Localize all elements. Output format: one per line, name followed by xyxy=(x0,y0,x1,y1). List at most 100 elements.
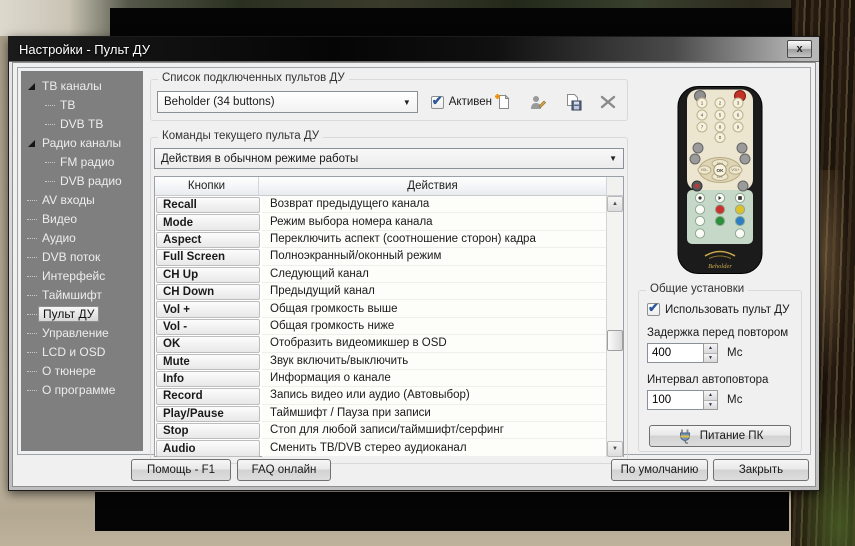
sidebar-item[interactable]: ТВ xyxy=(21,96,143,115)
table-row[interactable]: AudioСменить ТВ/DVB стерео аудиоканал xyxy=(155,439,606,456)
action-cell[interactable]: Режим выбора номера канала xyxy=(262,213,606,230)
table-row[interactable]: InfoИнформация о канале xyxy=(155,370,606,387)
table-row[interactable]: ModeРежим выбора номера канала xyxy=(155,213,606,230)
sidebar-item[interactable]: ТВ каналы xyxy=(21,77,143,96)
action-cell[interactable]: Полноэкранный/оконный режим xyxy=(262,248,606,265)
button-cell[interactable]: Aspect xyxy=(156,232,260,248)
chevron-down-icon[interactable]: ▼ xyxy=(603,154,617,163)
button-cell[interactable]: Audio xyxy=(156,440,260,456)
spin-up-icon[interactable]: ▲ xyxy=(704,391,717,401)
spin-down-icon[interactable]: ▼ xyxy=(704,401,717,410)
spin-down-icon[interactable]: ▼ xyxy=(704,354,717,363)
action-cell[interactable]: Отобразить видеомикшер в OSD xyxy=(262,335,606,352)
pc-power-button[interactable]: Питание ПК xyxy=(649,425,791,447)
button-cell[interactable]: Play/Pause xyxy=(156,406,260,422)
action-cell[interactable]: Таймшифт / Пауза при записи xyxy=(262,405,606,422)
table-row[interactable]: StopСтоп для любой записи/таймшифт/серфи… xyxy=(155,422,606,439)
table-row[interactable]: OKОтобразить видеомикшер в OSD xyxy=(155,335,606,352)
save-remote-icon[interactable] xyxy=(562,91,584,113)
scroll-up-icon[interactable]: ▲ xyxy=(607,196,623,212)
use-remote-checkbox-row[interactable]: ✔ Использовать пульт ДУ xyxy=(647,303,793,316)
sidebar-item-label: DVB поток xyxy=(42,250,100,264)
table-scrollbar[interactable]: ▲ ▼ xyxy=(606,196,623,457)
buttons-column-header[interactable]: Кнопки xyxy=(155,177,259,196)
table-row[interactable]: Vol -Общая громкость ниже xyxy=(155,318,606,335)
commands-group-title: Команды текущего пульта ДУ xyxy=(158,130,323,142)
action-cell[interactable]: Запись видео или аудио (Автовыбор) xyxy=(262,387,606,404)
action-cell[interactable]: Предыдущий канал xyxy=(262,283,606,300)
action-cell[interactable]: Общая громкость ниже xyxy=(262,318,606,335)
button-cell[interactable]: Mode xyxy=(156,214,260,230)
action-cell[interactable]: Возврат предыдущего канала xyxy=(262,196,606,213)
sidebar-item[interactable]: FM радио xyxy=(21,153,143,172)
edit-remote-icon[interactable] xyxy=(527,91,549,113)
button-cell[interactable]: Recall xyxy=(156,197,260,213)
tree-expander-icon[interactable] xyxy=(28,83,35,90)
sidebar-tree[interactable]: ТВ каналыТВDVB ТВРадио каналыFM радиоDVB… xyxy=(21,71,143,451)
spin-up-icon[interactable]: ▲ xyxy=(704,344,717,354)
table-row[interactable]: RecallВозврат предыдущего канала xyxy=(155,196,606,213)
action-cell[interactable]: Стоп для любой записи/таймшифт/серфинг xyxy=(262,422,606,439)
repeat-delay-input[interactable] xyxy=(647,343,703,363)
close-window-button[interactable]: x xyxy=(787,40,812,58)
action-cell[interactable]: Следующий канал xyxy=(262,266,606,283)
action-cell[interactable]: Звук включить/выключить xyxy=(262,353,606,370)
close-button[interactable]: Закрыть xyxy=(713,459,809,481)
sidebar-item[interactable]: Интерфейс xyxy=(21,267,143,286)
action-cell[interactable]: Переключить аспект (соотношение сторон) … xyxy=(262,231,606,248)
sidebar-item[interactable]: Пульт ДУ xyxy=(21,305,143,324)
sidebar-item[interactable]: Таймшифт xyxy=(21,286,143,305)
button-cell[interactable]: Mute xyxy=(156,354,260,370)
repeat-interval-input[interactable] xyxy=(647,390,703,410)
use-remote-checkbox[interactable]: ✔ xyxy=(647,303,660,316)
sidebar-item[interactable]: DVB поток xyxy=(21,248,143,267)
button-cell[interactable]: Vol + xyxy=(156,301,260,317)
delete-remote-icon[interactable] xyxy=(597,91,619,113)
table-row[interactable]: CH UpСледующий канал xyxy=(155,266,606,283)
action-cell[interactable]: Сменить ТВ/DVB стерео аудиоканал xyxy=(262,439,606,456)
sidebar-item-label: DVB ТВ xyxy=(60,117,103,131)
sidebar-item[interactable]: AV входы xyxy=(21,191,143,210)
sidebar-item[interactable]: О тюнере xyxy=(21,362,143,381)
sidebar-item[interactable]: Управление xyxy=(21,324,143,343)
sidebar-item[interactable]: Аудио xyxy=(21,229,143,248)
button-cell[interactable]: CH Up xyxy=(156,267,260,283)
action-cell[interactable]: Информация о канале xyxy=(262,370,606,387)
sidebar-item[interactable]: DVB ТВ xyxy=(21,115,143,134)
sidebar-item-label: LCD и OSD xyxy=(42,345,105,359)
sidebar-item[interactable]: DVB радио xyxy=(21,172,143,191)
help-button[interactable]: Помощь - F1 xyxy=(131,459,231,481)
remote-select[interactable]: Beholder (34 buttons) ▼ xyxy=(157,91,418,113)
scroll-down-icon[interactable]: ▼ xyxy=(607,441,623,457)
table-row[interactable]: Full ScreenПолноэкранный/оконный режим xyxy=(155,248,606,265)
table-row[interactable]: Play/PauseТаймшифт / Пауза при записи xyxy=(155,405,606,422)
button-cell[interactable]: Info xyxy=(156,371,260,387)
chevron-down-icon[interactable]: ▼ xyxy=(397,98,411,107)
title-bar[interactable]: Настройки - Пульт ДУ x xyxy=(9,37,819,62)
button-cell[interactable]: Vol - xyxy=(156,319,260,335)
action-cell[interactable]: Общая громкость выше xyxy=(262,300,606,317)
command-mode-select[interactable]: Действия в обычном режиме работы ▼ xyxy=(154,148,624,169)
sidebar-item[interactable]: О программе xyxy=(21,381,143,400)
table-row[interactable]: CH DownПредыдущий канал xyxy=(155,283,606,300)
button-cell[interactable]: CH Down xyxy=(156,284,260,300)
scrollbar-thumb[interactable] xyxy=(607,330,623,351)
table-row[interactable]: MuteЗвук включить/выключить xyxy=(155,353,606,370)
table-row[interactable]: Vol +Общая громкость выше xyxy=(155,300,606,317)
button-cell[interactable]: Full Screen xyxy=(156,249,260,265)
sidebar-item[interactable]: LCD и OSD xyxy=(21,343,143,362)
table-row[interactable]: RecordЗапись видео или аудио (Автовыбор) xyxy=(155,387,606,404)
actions-column-header[interactable]: Действия xyxy=(259,177,606,196)
sidebar-item[interactable]: Видео xyxy=(21,210,143,229)
faq-online-button[interactable]: FAQ онлайн xyxy=(237,459,331,481)
tree-expander-icon[interactable] xyxy=(28,140,35,147)
table-row[interactable]: AspectПереключить аспект (соотношение ст… xyxy=(155,231,606,248)
sidebar-item[interactable]: Радио каналы xyxy=(21,134,143,153)
button-cell[interactable]: Record xyxy=(156,388,260,404)
active-checkbox-row[interactable]: ✔ Активен xyxy=(431,96,492,109)
button-cell[interactable]: OK xyxy=(156,336,260,352)
active-checkbox[interactable]: ✔ xyxy=(431,96,444,109)
button-cell[interactable]: Stop xyxy=(156,423,260,439)
defaults-button[interactable]: По умолчанию xyxy=(611,459,708,481)
new-remote-icon[interactable] xyxy=(492,91,514,113)
